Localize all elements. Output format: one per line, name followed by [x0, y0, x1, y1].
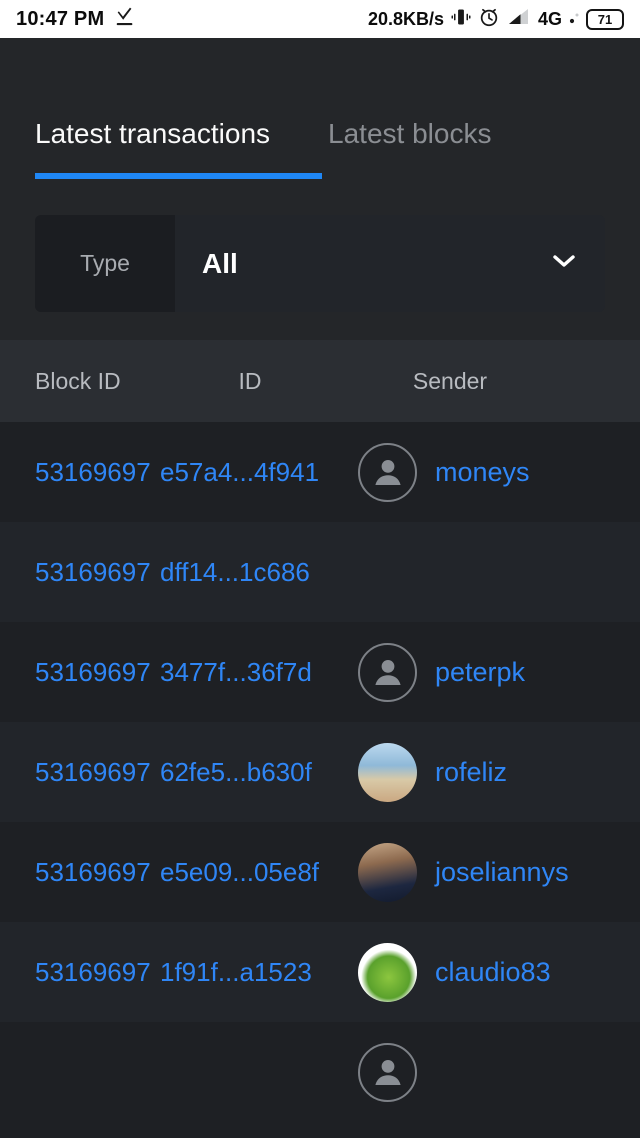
sender-username[interactable]: joseliannys: [435, 857, 569, 888]
sender-avatar[interactable]: [358, 942, 417, 1002]
type-filter-select[interactable]: All: [175, 215, 605, 312]
sender-username[interactable]: rofeliz: [435, 757, 507, 788]
battery-level: 71: [597, 11, 613, 27]
generic-person-icon: [358, 1042, 417, 1102]
cell-sender[interactable]: moneys: [350, 442, 530, 502]
tab-list: Latest transactions Latest blocks: [0, 38, 640, 188]
cell-transaction-id[interactable]: 1f91f...a1523: [160, 957, 350, 988]
sender-username[interactable]: moneys: [435, 457, 530, 488]
network-speed: 20.8KB/s: [367, 8, 444, 29]
table-row[interactable]: 53169697 1f91f...a1523 claudio83: [0, 922, 640, 1022]
status-bar: 10:47 PM 20.8KB/s 4G 71: [0, 0, 640, 38]
chevron-down-icon[interactable]: [549, 251, 579, 276]
sender-avatar[interactable]: [358, 842, 417, 902]
tab-latest-blocks[interactable]: Latest blocks: [328, 118, 491, 188]
column-header-sender[interactable]: Sender: [340, 368, 560, 395]
cell-sender[interactable]: claudio83: [350, 942, 551, 1002]
tab-bar: Latest transactions Latest blocks: [0, 38, 640, 188]
type-filter-value: All: [202, 247, 238, 279]
cell-sender[interactable]: rofeliz: [350, 742, 507, 802]
sender-username[interactable]: peterpk: [435, 657, 525, 688]
status-bar-right: 20.8KB/s 4G 71: [368, 6, 624, 33]
small-dot-icon: [569, 10, 579, 29]
cell-block-id[interactable]: 53169697: [0, 457, 160, 488]
table-row[interactable]: [0, 1022, 640, 1122]
table-row[interactable]: 53169697 e5e09...05e8f joseliannys: [0, 822, 640, 922]
table-row[interactable]: 53169697 e57a4...4f941 moneys: [0, 422, 640, 522]
cell-block-id[interactable]: 53169697: [0, 657, 160, 688]
cell-transaction-id[interactable]: dff14...1c686: [160, 557, 350, 588]
cell-block-id[interactable]: 53169697: [0, 757, 160, 788]
type-filter-label: Type: [35, 215, 175, 312]
alarm-clock-icon: [478, 6, 500, 33]
tab-active-indicator: [35, 173, 322, 179]
cell-sender[interactable]: peterpk: [350, 642, 525, 702]
table-header: Block ID ID Sender: [0, 340, 640, 422]
cell-transaction-id[interactable]: e57a4...4f941: [160, 457, 350, 488]
sender-avatar[interactable]: [358, 742, 417, 802]
cell-transaction-id[interactable]: 3477f...36f7d: [160, 657, 350, 688]
cell-transaction-id[interactable]: 62fe5...b630f: [160, 757, 350, 788]
signal-bars-icon: [507, 7, 531, 32]
type-filter[interactable]: Type All: [35, 215, 605, 312]
status-bar-left: 10:47 PM: [16, 6, 136, 33]
table-row[interactable]: 53169697 62fe5...b630f rofeliz: [0, 722, 640, 822]
cell-sender[interactable]: [350, 1042, 417, 1102]
generic-person-icon: [358, 442, 417, 502]
download-check-icon: [114, 6, 136, 33]
battery-indicator: 71: [586, 8, 624, 30]
cell-sender[interactable]: joseliannys: [350, 842, 569, 902]
network-type: 4G: [537, 8, 562, 29]
status-clock: 10:47 PM: [16, 7, 105, 30]
cell-block-id[interactable]: 53169697: [0, 857, 160, 888]
sender-username[interactable]: claudio83: [435, 957, 551, 988]
table-row[interactable]: 53169697 dff14...1c686: [0, 522, 640, 622]
vibrate-icon: [451, 6, 471, 33]
transactions-table[interactable]: 53169697 e57a4...4f941 moneys 53169697 d…: [0, 422, 640, 1122]
cell-block-id[interactable]: 53169697: [0, 557, 160, 588]
column-header-block-id[interactable]: Block ID: [0, 368, 160, 395]
column-header-id[interactable]: ID: [160, 368, 340, 395]
cell-transaction-id[interactable]: e5e09...05e8f: [160, 857, 350, 888]
table-row[interactable]: 53169697 3477f...36f7d peterpk: [0, 622, 640, 722]
cell-block-id[interactable]: 53169697: [0, 957, 160, 988]
filter-section: Type All: [0, 188, 640, 340]
generic-person-icon: [358, 642, 417, 702]
